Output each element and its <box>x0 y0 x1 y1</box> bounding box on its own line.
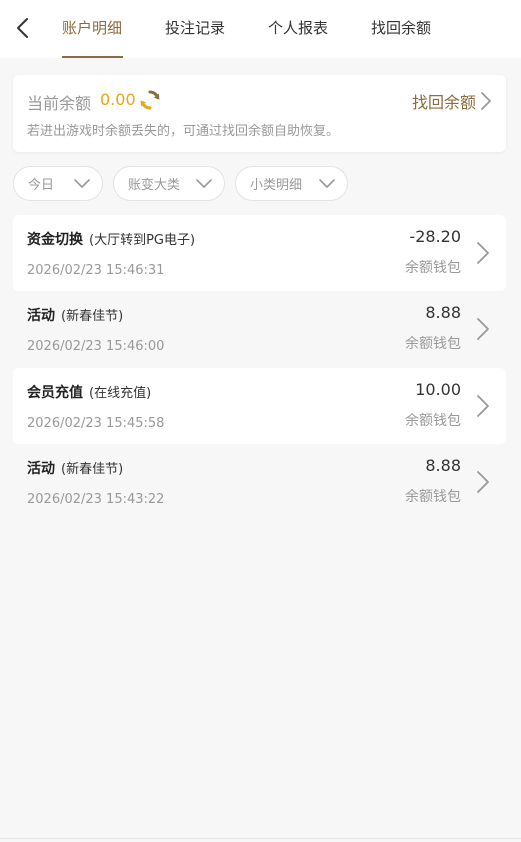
chevron-down-icon <box>74 178 90 188</box>
record-wallet: 余额钱包 <box>405 413 461 429</box>
record-title: 会员充值 (在线充值) <box>27 382 151 402</box>
record-row[interactable]: 活动 (新春佳节) 2026/02/23 15:43:22 8.88 余额钱包 <box>13 444 506 520</box>
record-category: 活动 <box>27 308 55 324</box>
back-button[interactable] <box>10 14 34 42</box>
record-detail: (新春佳节) <box>61 462 124 477</box>
record-wallet: 余额钱包 <box>405 260 461 276</box>
record-title: 活动 (新春佳节) <box>27 305 123 325</box>
filter-date-label: 今日 <box>28 178 55 193</box>
chevron-right-icon <box>477 395 489 417</box>
record-category: 会员充值 <box>27 385 83 401</box>
record-amount: 8.88 <box>425 303 461 322</box>
active-tab-indicator <box>62 56 123 58</box>
record-time: 2026/02/23 15:46:31 <box>27 263 165 278</box>
record-category: 活动 <box>27 461 55 477</box>
chevron-right-icon <box>477 318 489 340</box>
record-detail: (大厅转到PG电子) <box>89 233 196 248</box>
record-row[interactable]: 活动 (新春佳节) 2026/02/23 15:46:00 8.88 余额钱包 <box>13 291 506 367</box>
record-detail: (在线充值) <box>89 386 152 401</box>
chevron-right-icon <box>477 242 489 264</box>
filter-category[interactable]: 账变大类 <box>113 166 225 201</box>
record-time: 2026/02/23 15:46:00 <box>27 339 165 354</box>
record-title: 资金切换 (大厅转到PG电子) <box>27 229 195 249</box>
chevron-right-icon <box>481 92 491 110</box>
filter-subcategory-label: 小类明细 <box>250 178 303 193</box>
chevron-down-icon <box>319 178 335 188</box>
chevron-right-icon <box>477 471 489 493</box>
record-amount: 10.00 <box>415 380 461 399</box>
filter-subcategory[interactable]: 小类明细 <box>235 166 348 201</box>
filter-category-label: 账变大类 <box>128 178 181 193</box>
record-amount: 8.88 <box>425 456 461 475</box>
record-wallet: 余额钱包 <box>405 489 461 505</box>
top-nav-bar: 账户明细 投注记录 个人报表 找回余额 <box>0 0 521 58</box>
record-wallet: 余额钱包 <box>405 336 461 352</box>
filter-date[interactable]: 今日 <box>13 166 103 201</box>
tab-recover-balance[interactable]: 找回余额 <box>371 0 431 58</box>
chevron-down-icon <box>196 178 212 188</box>
recover-balance-link[interactable]: 找回余额 <box>412 89 492 113</box>
bottom-divider <box>0 838 521 839</box>
chevron-left-icon <box>17 18 28 38</box>
balance-hint: 若进出游戏时余额丢失的，可通过找回余额自助恢复。 <box>27 124 340 139</box>
record-row[interactable]: 资金切换 (大厅转到PG电子) 2026/02/23 15:46:31 -28.2… <box>13 215 506 291</box>
balance-value: 0.00 <box>100 90 136 109</box>
refresh-icon[interactable] <box>139 89 161 111</box>
record-row[interactable]: 会员充值 (在线充值) 2026/02/23 15:45:58 10.00 余额钱… <box>13 368 506 444</box>
balance-card: 当前余额 0.00 找回余额 若进出游戏时余额丢失的，可通过找回余额自助恢复。 <box>13 75 506 152</box>
record-detail: (新春佳节) <box>61 309 124 324</box>
record-title: 活动 (新春佳节) <box>27 458 123 478</box>
record-amount: -28.20 <box>409 227 461 246</box>
balance-label: 当前余额 <box>27 94 92 113</box>
tab-bet-records[interactable]: 投注记录 <box>165 0 225 58</box>
tab-account-details[interactable]: 账户明细 <box>62 0 122 58</box>
record-category: 资金切换 <box>27 232 83 248</box>
record-time: 2026/02/23 15:45:58 <box>27 416 165 431</box>
tab-personal-report[interactable]: 个人报表 <box>268 0 328 58</box>
record-time: 2026/02/23 15:43:22 <box>27 492 165 507</box>
recover-balance-label: 找回余额 <box>411 93 476 112</box>
